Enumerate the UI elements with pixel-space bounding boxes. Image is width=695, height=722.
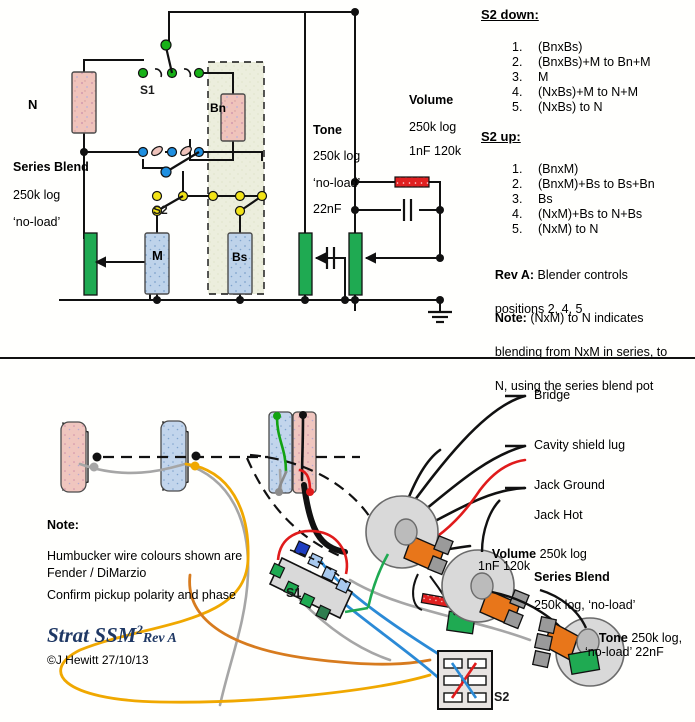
list-item: (NxM) to N — [538, 222, 599, 236]
lead-dot — [89, 462, 99, 472]
list-item-num: 2. — [512, 177, 523, 191]
list-item-num: 3. — [512, 70, 523, 84]
rev-a-text: Blender controls — [534, 268, 628, 282]
label-series-blend-noload: ‘no-load’ — [13, 215, 61, 229]
label-pickup-N: N — [28, 97, 38, 112]
diagram-title-main: Strat SSM — [47, 623, 137, 647]
lead-dot — [191, 451, 201, 461]
diagram-title: Strat SSM2Rev A — [47, 622, 177, 648]
pot-series-blend — [83, 232, 98, 296]
wiring-note-line3: Confirm pickup polarity and phase — [47, 588, 236, 602]
label-switch-S2-schematic: S2 — [153, 203, 168, 217]
label-tone-value: 250k log — [313, 149, 361, 163]
label-pickup-Bs: Bs — [232, 250, 248, 264]
callout-cavity-shield-lug: Cavity shield lug — [534, 438, 626, 452]
wiring-volume-cap: 1nF 120k — [478, 559, 531, 573]
wiring-note-heading: Note: — [47, 518, 79, 532]
wiring-tone-rest: 250k log, — [627, 631, 683, 646]
list-item-num: 4. — [512, 85, 523, 99]
copyright-line: ©J Hewitt 27/10/13 — [47, 653, 149, 667]
note-label: Note: — [494, 311, 527, 325]
label-switch-S1-lower: S1 — [286, 586, 302, 600]
rev-a-label: Rev A: — [494, 268, 535, 282]
label-series-blend-title: Series Blend — [13, 160, 89, 174]
section-divider — [0, 357, 695, 359]
list-item-num: 4. — [512, 207, 523, 221]
wiring-tone-line2: ‘no-load’ 22nF — [585, 645, 664, 659]
list-item: (BnxM)+Bs to Bs+Bn — [538, 177, 655, 191]
label-tone-noload: ‘no-load’ — [313, 176, 361, 190]
pickup-neck-lower — [60, 421, 89, 493]
label-switch-S1-schematic: S1 — [140, 83, 155, 97]
label-pickup-Bn: Bn — [210, 101, 226, 115]
callout-bridge: Bridge — [534, 388, 571, 402]
heading-s2-up: S2 up: — [481, 129, 521, 144]
wiring-series-blend-bold: Series Blend — [534, 570, 610, 584]
pickup-N — [71, 71, 97, 134]
wiring-series-blend-line2: 250k log, ‘no-load’ — [534, 598, 636, 612]
note-text: (NxM) to N indicates — [526, 311, 644, 325]
list-item: (NxBs) to N — [538, 100, 603, 114]
switch-S2-lower — [437, 650, 493, 710]
list-item-num: 1. — [512, 162, 523, 176]
label-switch-S2-lower: S2 — [494, 690, 510, 704]
callout-jack-ground: Jack Ground — [534, 478, 605, 492]
diagram-title-rev: Rev A — [142, 631, 177, 646]
label-volume-cap: 1nF 120k — [409, 144, 462, 158]
heading-s2-down: S2 down: — [481, 7, 539, 22]
label-tone-cap: 22nF — [313, 202, 342, 216]
list-item: (NxBs)+M to N+M — [538, 85, 639, 99]
list-item-num: 5. — [512, 222, 523, 236]
list-item-num: 5. — [512, 100, 523, 114]
label-pickup-M: M — [152, 248, 163, 263]
callout-leaders — [505, 394, 525, 490]
wiring-volume-rest: 250k log — [536, 547, 587, 562]
wiring-note-line2: Fender / DiMarzio — [47, 566, 147, 580]
volume-capacitor — [402, 199, 413, 221]
diagram-canvas: N Bn M Bs S1 S2 Series Blend 250k log ‘n… — [0, 0, 695, 722]
list-item: (BnxBs)+M to Bn+M — [538, 55, 651, 69]
list-item-num: 2. — [512, 55, 523, 69]
lead-dot — [190, 461, 200, 471]
callout-jack-hot: Jack Hot — [534, 508, 583, 522]
volume-resistor — [394, 176, 430, 188]
switch-S1-lower — [268, 529, 354, 621]
list-item: (BnxBs) — [538, 40, 583, 54]
list-item: (NxM)+Bs to N+Bs — [538, 207, 643, 221]
list-item: Bs — [538, 192, 553, 206]
label-series-blend-value: 250k log — [13, 188, 61, 202]
list-item-num: 3. — [512, 192, 523, 206]
label-volume-value: 250k log — [409, 120, 457, 134]
list-item-num: 1. — [512, 40, 523, 54]
wiring-note-line1: Humbucker wire colours shown are — [47, 549, 243, 563]
list-item: M — [538, 70, 549, 84]
ground-symbol — [428, 310, 452, 324]
label-volume-title: Volume — [409, 93, 454, 107]
list-item: (BnxM) — [538, 162, 579, 176]
label-tone-title: Tone — [313, 123, 342, 137]
pot-tone — [298, 232, 313, 296]
list-s2-down: 1. 2. 3. 4. 5. (BnxBs) (BnxBs)+M to Bn+M… — [512, 40, 651, 115]
list-s2-up: 1. 2. 3. 4. 5. (BnxM) (BnxM)+Bs to Bs+Bn… — [512, 162, 655, 237]
switch-S1-schematic — [137, 39, 205, 178]
lead-dot — [92, 452, 102, 462]
wiring-tone-bold: Tone — [598, 631, 628, 646]
pot-volume — [348, 232, 363, 296]
